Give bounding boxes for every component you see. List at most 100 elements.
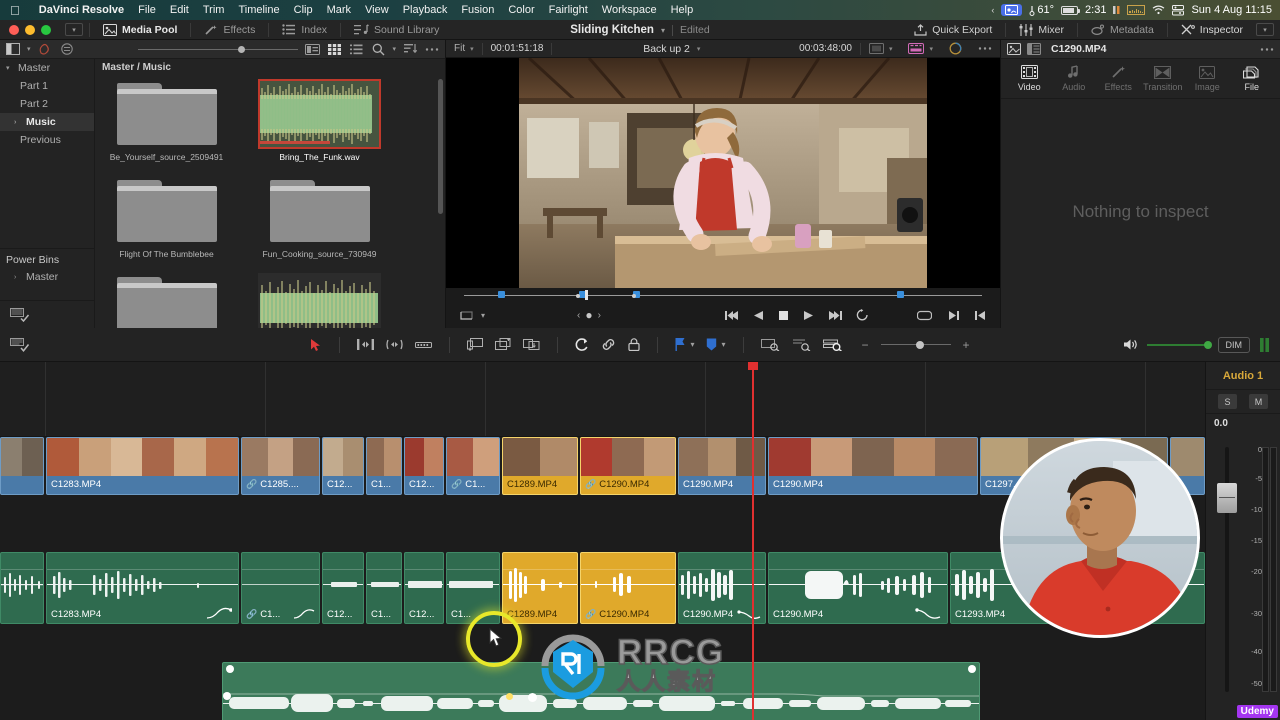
timeline-clip[interactable]: C1... [366, 437, 402, 495]
tab-transition[interactable]: Transition [1142, 65, 1184, 92]
quick-export-button[interactable]: Quick Export [907, 20, 999, 40]
viewer-in-point[interactable] [576, 293, 580, 298]
media-pool-overflow-icon[interactable] [424, 42, 440, 56]
thumbnail-view-icon[interactable] [304, 42, 320, 56]
viewer-scrubber[interactable] [446, 288, 1000, 302]
zoom-full-extent-icon[interactable] [822, 338, 842, 351]
mixer-button[interactable]: Mixer [1012, 20, 1071, 40]
viewer-zoom-value[interactable]: Fit [454, 43, 465, 54]
viewer-marker[interactable] [897, 291, 904, 298]
chevron-right-icon[interactable]: › [14, 119, 22, 126]
media-item[interactable] [258, 273, 381, 328]
keyframe-icon[interactable]: ● [585, 308, 592, 322]
overwrite-clip-icon[interactable] [495, 338, 511, 351]
timeline-clip[interactable]: C1283.MP4 [46, 437, 239, 495]
dynamic-trim-mode-icon[interactable] [386, 338, 404, 351]
minimize-window-button[interactable] [25, 24, 35, 35]
razor-edit-mode-icon[interactable] [415, 339, 433, 351]
bin-item-music[interactable]: › Music [0, 113, 94, 131]
bin-item-part-2[interactable]: Part 2 [0, 95, 94, 113]
effects-button[interactable]: Effects [197, 20, 262, 40]
timeline-clip[interactable]: 🔗 C1... [241, 552, 320, 624]
tab-video[interactable]: Video [1008, 65, 1050, 92]
viewer-playhead[interactable] [585, 290, 588, 300]
menu-timeline[interactable]: Timeline [231, 4, 286, 16]
color-wheel-icon[interactable] [949, 42, 962, 55]
sort-order-icon[interactable] [402, 42, 418, 56]
timeline-ruler[interactable] [0, 362, 1205, 437]
sound-library-button[interactable]: Sound Library [347, 20, 446, 40]
close-window-button[interactable] [9, 24, 19, 35]
timeline-clip-selected[interactable]: 🔗 C1290.MP4 [580, 437, 676, 495]
menu-file[interactable]: File [131, 4, 163, 16]
link-clips-icon[interactable] [601, 338, 616, 351]
tab-effects[interactable]: Effects [1097, 65, 1139, 92]
inspector-clip-view-icon[interactable] [1007, 43, 1021, 55]
zoom-detail-icon[interactable] [792, 338, 811, 351]
menu-mark[interactable]: Mark [320, 4, 358, 16]
menu-playback[interactable]: Playback [396, 4, 455, 16]
apple-menu-icon[interactable]:  [0, 4, 32, 17]
timeline-clip-selected[interactable]: C1289.MP4 [502, 437, 578, 495]
trim-edit-mode-icon[interactable] [357, 338, 375, 351]
marker-control[interactable]: ▾ [706, 338, 726, 351]
menu-edit[interactable]: Edit [163, 4, 196, 16]
timeline-clip[interactable]: 🔗 C1... [446, 437, 500, 495]
menubar-collapse-chevron[interactable]: ‹ [991, 5, 994, 15]
menu-trim[interactable]: Trim [196, 4, 232, 16]
audio-level-icon[interactable] [1113, 5, 1120, 15]
menu-view[interactable]: View [358, 4, 396, 16]
timeline-clip-selected[interactable]: C1289.MP4 [502, 552, 578, 624]
thumbnail-size-slider[interactable] [138, 45, 299, 53]
tab-image[interactable]: Image [1186, 65, 1228, 92]
inspector-button[interactable]: Inspector [1174, 20, 1250, 40]
list-view-icon[interactable] [348, 42, 364, 56]
sidebar-toggle-icon[interactable] [5, 42, 21, 56]
timeline-clip[interactable]: C12... [404, 552, 444, 624]
menu-help[interactable]: Help [664, 4, 701, 16]
maximize-window-button[interactable] [41, 24, 51, 35]
chevron-right-icon[interactable]: › [14, 274, 22, 281]
play-reverse-icon[interactable] [753, 310, 764, 321]
inspector-split-view-icon[interactable] [1027, 43, 1041, 55]
inspector-overflow-icon[interactable] [1260, 47, 1274, 52]
timeline-clip[interactable]: C12... [322, 437, 364, 495]
safe-area-icon[interactable] [868, 43, 884, 54]
media-pool-button[interactable]: Media Pool [96, 20, 184, 40]
volume-keyframe[interactable] [223, 692, 231, 700]
timeline-clip[interactable]: C1290.MP4 [768, 437, 978, 495]
timeline-clip[interactable]: 🔗 C1285.... [241, 437, 320, 495]
fader-handle[interactable] [1217, 483, 1237, 513]
project-dropdown-chevron-icon[interactable]: ▾ [661, 26, 665, 35]
panel-layout-dropdown[interactable]: ▾ [1256, 23, 1274, 36]
workspace-dropdown[interactable]: ▾ [65, 23, 83, 37]
loop-icon[interactable] [856, 309, 869, 321]
menu-fusion[interactable]: Fusion [454, 4, 501, 16]
zoom-fit-icon[interactable] [760, 338, 780, 351]
grid-view-icon[interactable] [326, 42, 342, 56]
search-filter-chevron-icon[interactable]: ▾ [392, 45, 396, 53]
stop-icon[interactable] [778, 310, 789, 321]
subtitle-icon[interactable] [908, 43, 925, 54]
smart-bin-icon[interactable] [59, 42, 75, 56]
metadata-button[interactable]: Metadata [1084, 20, 1161, 40]
view-options-chevron-icon[interactable]: ▾ [27, 45, 31, 53]
menu-color[interactable]: Color [501, 4, 541, 16]
battery-icon[interactable] [1061, 5, 1081, 15]
tab-file[interactable]: File [1231, 65, 1273, 92]
bin-item-master[interactable]: ▾ Master [0, 59, 94, 77]
timeline-clip[interactable]: C1290.MP4 [768, 552, 948, 624]
volume-keyframe[interactable] [506, 693, 513, 700]
chevron-down-icon[interactable]: ▾ [6, 64, 14, 72]
master-volume-slider[interactable] [1146, 340, 1212, 349]
replace-clip-icon[interactable] [523, 338, 540, 351]
index-button[interactable]: Index [275, 20, 334, 40]
timeline-clip[interactable] [0, 552, 44, 624]
media-item-selected[interactable]: Bring_The_Funk.wav [258, 79, 381, 162]
bin-item-part-1[interactable]: Part 1 [0, 77, 94, 95]
mute-button[interactable]: M [1249, 394, 1268, 409]
tab-audio[interactable]: Audio [1053, 65, 1095, 92]
viewer-image[interactable] [446, 58, 1000, 288]
clip-color-filter-icon[interactable] [37, 42, 53, 56]
control-center-icon[interactable] [1172, 4, 1185, 16]
